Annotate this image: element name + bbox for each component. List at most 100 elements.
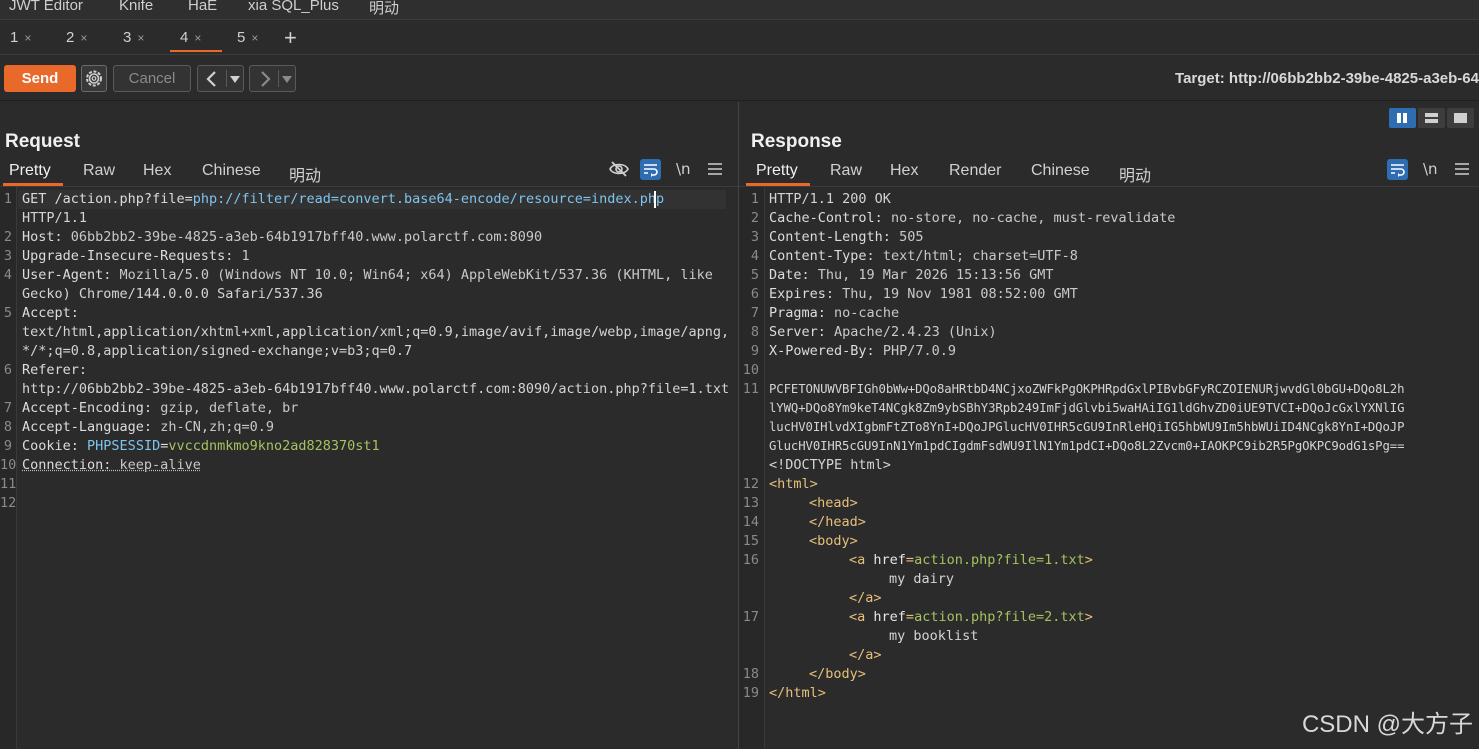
tab-label: 5	[237, 29, 246, 46]
menu-icon[interactable]	[708, 163, 722, 175]
header-connection: Connection: keep-alive	[22, 457, 201, 473]
header-host: Host: 06bb2bb2-39be-4825-a3eb-64b1917bff…	[22, 229, 543, 245]
code-line: */*;q=0.8,application/signed-exchange;v=…	[22, 343, 413, 359]
line-number: 4	[3, 267, 12, 283]
add-tab-button[interactable]: +	[284, 22, 297, 54]
menu-jwt-editor[interactable]: JWT Editor	[9, 0, 83, 14]
anchor-text-2: my booklist	[889, 628, 979, 644]
request-tab-chinese[interactable]: Chinese	[202, 162, 261, 180]
menu-hae[interactable]: HaE	[188, 0, 217, 14]
menu-icon[interactable]	[1455, 163, 1469, 175]
header-x-powered-by: X-Powered-By: PHP/7.0.9	[769, 343, 956, 359]
rows-icon	[1425, 113, 1438, 123]
header-accept-language: Accept-Language: zh-CN,zh;q=0.9	[22, 419, 274, 435]
tab-label: 2	[66, 29, 75, 46]
head-open-tag: <head>	[809, 495, 858, 511]
line-number: 5	[3, 305, 12, 321]
line-number: 12	[0, 495, 17, 511]
tab-3[interactable]: 3 ×	[113, 24, 165, 52]
line-number: 14	[742, 514, 759, 530]
request-tab-pretty[interactable]: Pretty	[9, 162, 51, 180]
request-tab-mingdong[interactable]: 明动	[289, 162, 321, 186]
tab-5[interactable]: 5 ×	[227, 24, 279, 52]
line-number: 2	[750, 210, 759, 226]
text-caret	[654, 191, 656, 208]
header-content-type: Content-Type: text/html; charset=UTF-8	[769, 248, 1078, 264]
response-tab-mingdong[interactable]: 明动	[1119, 162, 1151, 186]
layout-toggle-group	[1389, 108, 1474, 128]
line-number: 16	[742, 552, 759, 568]
request-tab-hex[interactable]: Hex	[143, 162, 171, 180]
response-tab-raw[interactable]: Raw	[830, 162, 862, 180]
response-editor[interactable]: 1 2 3 4 5 6 7 8 9 10 11 12 13 14 15 16 1…	[739, 187, 1479, 749]
tab-1[interactable]: 1 ×	[0, 24, 52, 52]
code-line: HTTP/1.1	[22, 210, 88, 226]
close-icon[interactable]: ×	[80, 31, 87, 45]
newline-toggle[interactable]: \n	[676, 160, 691, 178]
line-number: 5	[750, 267, 759, 283]
header-content-length: Content-Length: 505	[769, 229, 924, 245]
line-number-gutter: 1 2 3 4 5 6 7 8 9 10 11 12 13 14 15 16 1…	[739, 187, 765, 749]
wrap-lines-icon[interactable]	[1387, 159, 1408, 180]
forward-button[interactable]	[249, 65, 296, 92]
tab-label: 4	[180, 29, 189, 46]
header-cache-control: Cache-Control: no-store, no-cache, must-…	[769, 210, 1176, 226]
doctype-line: <!DOCTYPE html>	[769, 457, 891, 473]
response-tab-hex[interactable]: Hex	[890, 162, 918, 180]
layout-stacked-button[interactable]	[1418, 108, 1445, 128]
menu-mingdong[interactable]: 明动	[369, 0, 399, 18]
chevron-right-icon	[261, 71, 271, 87]
line-number: 3	[3, 248, 12, 264]
anchor-text-1: my dairy	[889, 571, 955, 587]
status-line: HTTP/1.1 200 OK	[769, 191, 891, 207]
close-icon[interactable]: ×	[194, 31, 201, 45]
response-tab-render[interactable]: Render	[949, 162, 1001, 180]
back-button[interactable]	[197, 65, 244, 92]
response-title: Response	[751, 131, 842, 152]
response-tab-chinese[interactable]: Chinese	[1031, 162, 1090, 180]
menu-knife[interactable]: Knife	[119, 0, 153, 14]
code-line: Gecko) Chrome/144.0.0.0 Safari/537.36	[22, 286, 323, 302]
chevron-down-icon[interactable]	[230, 76, 240, 83]
line-number: 6	[750, 286, 759, 302]
request-editor[interactable]: 1 2 3 4 5 6 7 8 9 10 11 12 GET /action.p…	[0, 187, 738, 749]
code-line: text/html,application/xhtml+xml,applicat…	[22, 324, 730, 340]
layout-single-button[interactable]	[1447, 108, 1474, 128]
html-open-tag: <html>	[769, 476, 818, 492]
menu-xia-sql-plus[interactable]: xia SQL_Plus	[248, 0, 339, 14]
request-line: GET /action.php?file=php://filter/read=c…	[22, 191, 665, 207]
close-icon[interactable]: ×	[251, 31, 258, 45]
chevron-down-icon[interactable]	[282, 76, 292, 83]
send-button[interactable]: Send	[4, 65, 76, 92]
anchor-tag-2: <a href=action.php?file=2.txt>	[849, 609, 1093, 625]
line-number: 2	[3, 229, 12, 245]
response-tab-pretty[interactable]: Pretty	[756, 162, 798, 180]
line-number: 1	[750, 191, 759, 207]
eye-off-icon[interactable]	[609, 160, 629, 178]
line-number: 3	[750, 229, 759, 245]
header-upgrade: Upgrade-Insecure-Requests: 1	[22, 248, 250, 264]
base64-body: lYWQ+DQo8Ym9keT4NCgk8Zm9ybSBhY3Rpb249ImF…	[769, 401, 1405, 415]
code-line: http://06bb2bb2-39be-4825-a3eb-64b1917bf…	[22, 381, 730, 397]
tab-4[interactable]: 4 ×	[170, 24, 222, 52]
request-tab-raw[interactable]: Raw	[83, 162, 115, 180]
header-user-agent: User-Agent: Mozilla/5.0 (Windows NT 10.0…	[22, 267, 713, 283]
layout-side-by-side-button[interactable]	[1389, 108, 1416, 128]
head-close-tag: </head>	[809, 514, 866, 530]
settings-button[interactable]	[81, 65, 107, 92]
wrap-lines-icon[interactable]	[640, 159, 661, 180]
line-number: 12	[742, 476, 759, 492]
line-number: 13	[742, 495, 759, 511]
close-icon[interactable]: ×	[24, 31, 31, 45]
line-number: 1	[3, 191, 12, 207]
tab-2[interactable]: 2 ×	[56, 24, 108, 52]
body-open-tag: <body>	[809, 533, 858, 549]
target-url[interactable]: Target: http://06bb2bb2-39be-4825-a3eb-6…	[1175, 70, 1479, 87]
cancel-button[interactable]: Cancel	[113, 65, 191, 92]
menu-bar: JWT Editor Knife HaE xia SQL_Plus 明动	[0, 0, 1479, 20]
anchor-close-2: </a>	[849, 647, 882, 663]
close-icon[interactable]: ×	[137, 31, 144, 45]
newline-toggle[interactable]: \n	[1423, 160, 1438, 178]
response-pane: Response Pretty Raw Hex Render Chinese 明…	[739, 102, 1479, 749]
line-number: 18	[742, 666, 759, 682]
